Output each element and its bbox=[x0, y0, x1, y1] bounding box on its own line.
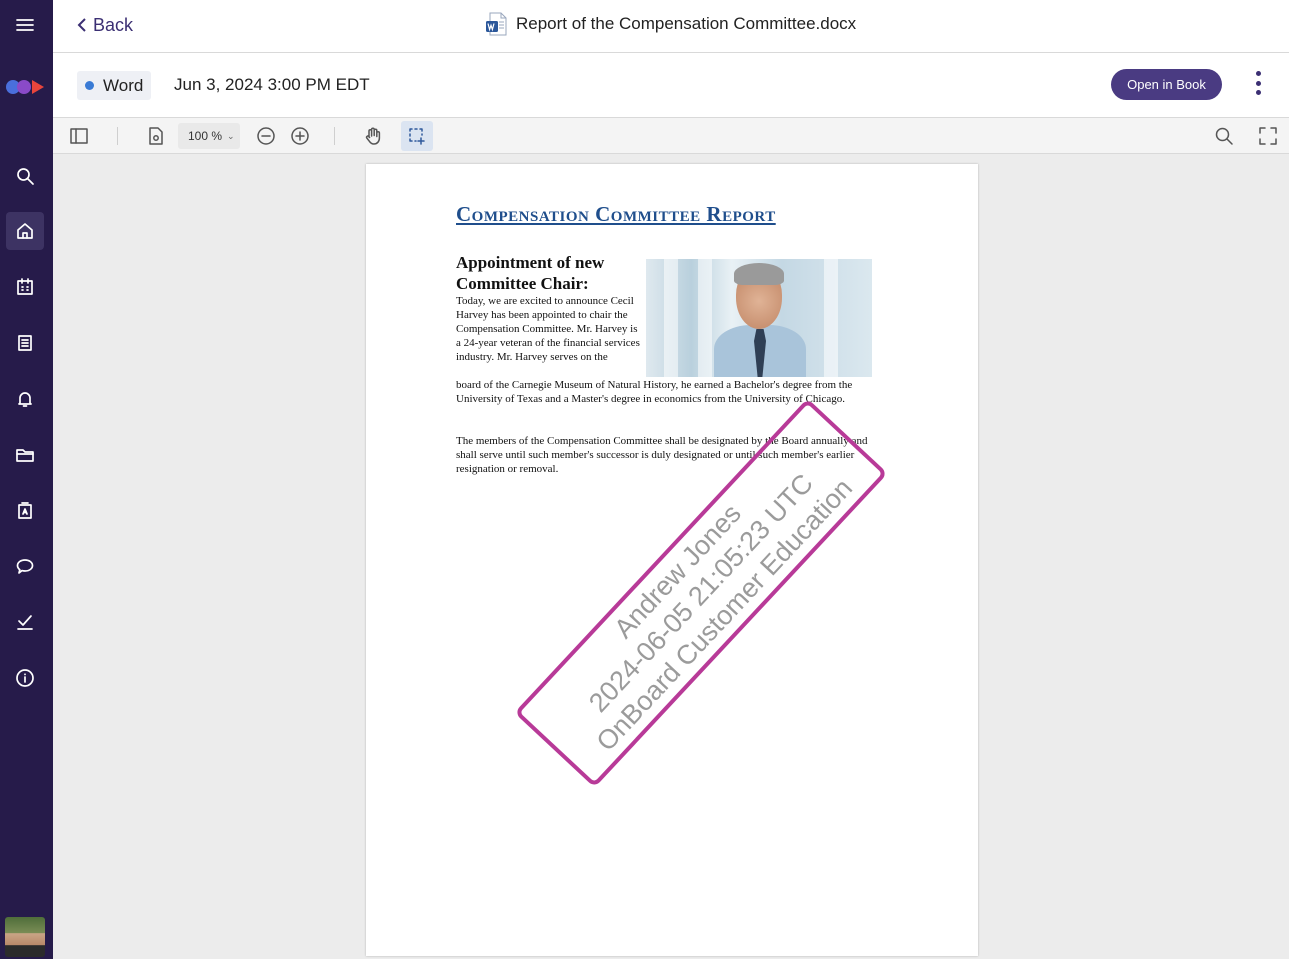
toolbar-divider bbox=[117, 127, 118, 145]
home-icon[interactable] bbox=[6, 212, 44, 250]
zoom-out-icon[interactable] bbox=[252, 121, 280, 151]
folder-icon[interactable] bbox=[6, 436, 44, 474]
sidebar-toggle-icon[interactable] bbox=[65, 121, 93, 151]
document-canvas[interactable]: Compensation Committee Report Appointmen… bbox=[53, 154, 1289, 959]
viewer-toolbar: 100 % ⌄ bbox=[53, 118, 1289, 154]
pan-hand-icon[interactable] bbox=[358, 121, 388, 151]
watermark-timestamp: 2024-06-05 21:05:23 UTC bbox=[583, 468, 819, 718]
type-dot bbox=[85, 81, 94, 90]
search-icon[interactable] bbox=[6, 157, 44, 195]
document-title-text: Report of the Compensation Committee.doc… bbox=[516, 14, 857, 33]
approvals-icon[interactable] bbox=[6, 603, 44, 641]
word-file-icon bbox=[485, 12, 507, 36]
left-sidebar bbox=[0, 0, 53, 959]
meeting-date: Jun 3, 2024 3:00 PM EDT bbox=[174, 75, 370, 94]
avatar[interactable] bbox=[5, 917, 45, 957]
zoom-in-icon[interactable] bbox=[286, 121, 314, 151]
menu-icon[interactable] bbox=[6, 6, 44, 44]
onboard-logo-icon bbox=[6, 78, 48, 96]
page-settings-icon[interactable] bbox=[142, 121, 170, 151]
bell-icon[interactable] bbox=[6, 380, 44, 418]
chat-icon[interactable] bbox=[6, 548, 44, 586]
info-bar: Word Jun 3, 2024 3:00 PM EDT Open in Boo… bbox=[53, 53, 1289, 118]
more-options-icon[interactable] bbox=[1251, 69, 1265, 97]
fullscreen-icon[interactable] bbox=[1254, 121, 1282, 151]
open-in-book-button[interactable]: Open in Book bbox=[1111, 69, 1222, 100]
type-chip-label: Word bbox=[103, 75, 144, 95]
chevron-left-icon bbox=[77, 18, 86, 32]
paragraph-1b: board of the Carnegie Museum of Natural … bbox=[456, 379, 853, 405]
portrait-photo bbox=[646, 259, 872, 377]
document-page: Compensation Committee Report Appointmen… bbox=[366, 164, 978, 956]
section-heading: Appointment of new Committee Chair: bbox=[456, 253, 605, 293]
directory-icon[interactable] bbox=[6, 492, 44, 530]
type-chip: Word bbox=[77, 71, 152, 100]
report-title: Compensation Committee Report bbox=[456, 202, 776, 226]
search-icon[interactable] bbox=[1210, 121, 1238, 151]
toolbar-divider bbox=[334, 127, 335, 145]
calendar-icon[interactable] bbox=[6, 268, 44, 306]
document-title: Report of the Compensation Committee.doc… bbox=[485, 12, 856, 36]
zoom-select[interactable]: 100 % ⌄ bbox=[178, 123, 240, 149]
chevron-down-icon: ⌄ bbox=[227, 130, 235, 141]
paragraph-1a: Today, we are excited to announce Cecil … bbox=[456, 295, 640, 363]
info-icon[interactable] bbox=[6, 659, 44, 697]
back-button[interactable]: Back bbox=[75, 13, 133, 37]
book-icon[interactable] bbox=[6, 324, 44, 362]
top-bar: Back Report of the Compensation Committe… bbox=[53, 0, 1289, 53]
back-label: Back bbox=[93, 14, 134, 35]
area-select-icon[interactable] bbox=[401, 121, 433, 151]
zoom-value: 100 % bbox=[188, 129, 223, 143]
